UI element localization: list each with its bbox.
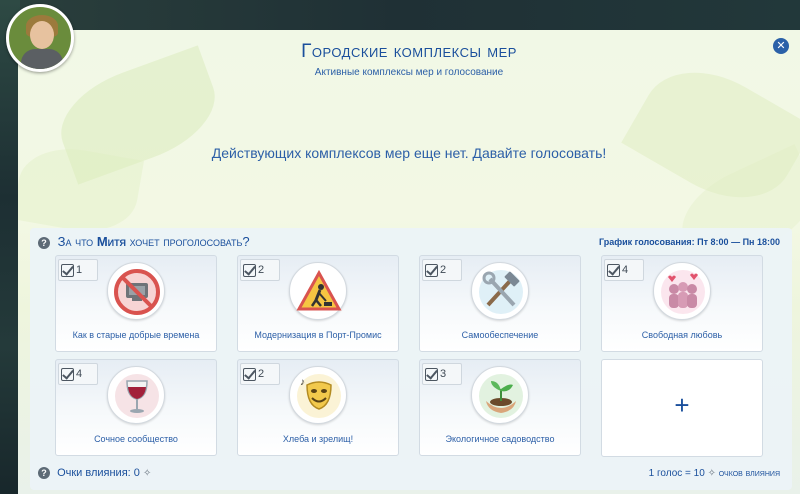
policy-label: Самообеспечение <box>461 330 539 340</box>
avatar-body <box>21 49 63 69</box>
page-subtitle: Активные комплексы мер и голосование <box>314 67 504 78</box>
background-left <box>0 0 20 494</box>
policy-card[interactable]: 2 ♪ Хлеба и зрелищ! <box>237 359 399 456</box>
vote-count[interactable]: 4 <box>58 363 98 385</box>
help-icon[interactable]: ? <box>38 467 50 480</box>
policy-label: Хлеба и зрелищ! <box>282 434 354 444</box>
schedule-value: Пт 8:00 — Пн 18:00 <box>697 237 780 247</box>
rate-prefix: 1 голос = 10 <box>648 468 705 479</box>
vote-count-value: 4 <box>622 264 629 276</box>
add-policy-button[interactable]: + <box>601 359 763 457</box>
influence-points: ? Очки влияния: 0 ✧ <box>38 467 152 480</box>
vote-count-value: 2 <box>440 264 447 276</box>
voting-schedule: График голосования: Пт 8:00 — Пн 18:00 <box>599 237 780 247</box>
policy-card[interactable]: 1 Как в старые добрые времена <box>55 255 217 352</box>
voting-question: ? За что Митя хочет проголосовать? <box>38 234 250 249</box>
hearts-people-icon <box>653 262 711 320</box>
plus-icon: + <box>674 390 690 420</box>
schedule-label: График голосования: <box>598 237 695 247</box>
influence-icon: ✧ <box>142 468 152 479</box>
vote-count-value: 2 <box>258 264 265 276</box>
vote-rate: 1 голос = 10 ✧ очков влияния <box>649 468 780 479</box>
policy-label: Свободная любовь <box>641 330 723 340</box>
vote-count-value: 2 <box>258 368 265 380</box>
checkbox-icon <box>425 263 438 277</box>
vote-count-value: 3 <box>440 368 447 380</box>
vote-count-value: 4 <box>76 368 83 380</box>
wine-glass-icon <box>107 366 165 424</box>
background-top <box>0 0 800 30</box>
vote-count[interactable]: 4 <box>604 259 644 281</box>
roadworks-icon <box>289 262 347 320</box>
no-policies-notice: Действующих комплексов мер еще нет. Дава… <box>211 145 607 161</box>
policy-label: Экологичное садоводство <box>445 434 555 444</box>
svg-text:♪: ♪ <box>300 377 305 388</box>
policy-card[interactable]: 4 Свободная любовь <box>601 255 763 352</box>
vote-count[interactable]: 3 <box>422 363 462 385</box>
help-icon[interactable]: ? <box>38 236 50 249</box>
policy-label: Сочное сообщество <box>94 434 178 444</box>
vote-count[interactable]: 2 <box>240 259 280 281</box>
policy-card[interactable]: 4 Сочное сообщество <box>55 359 217 456</box>
vote-count[interactable]: 2 <box>240 363 280 385</box>
policy-label: Модернизация в Порт-Промис <box>254 330 382 340</box>
policy-card[interactable]: 2 Самообеспечение <box>419 255 581 352</box>
influence-icon: ✧ <box>707 468 716 479</box>
policy-card[interactable]: 3 Экологичное садоводство <box>419 359 581 456</box>
rate-suffix: очков влияния <box>718 468 780 479</box>
checkbox-icon <box>607 263 620 277</box>
page-title: Городские комплексы мер <box>301 41 517 62</box>
question-prefix: За что <box>57 234 94 249</box>
theater-mask-icon: ♪ <box>289 366 347 424</box>
checkbox-icon <box>243 263 256 277</box>
sim-name: Митя <box>96 234 126 249</box>
policy-card[interactable]: 2 Модернизация в Порт-Промис <box>237 255 399 352</box>
sim-avatar[interactable] <box>6 4 74 72</box>
checkbox-icon <box>61 367 74 381</box>
avatar-face <box>30 21 54 49</box>
checkbox-icon <box>61 263 74 277</box>
vote-count[interactable]: 2 <box>422 259 462 281</box>
vote-count-value: 1 <box>76 264 83 276</box>
no-tv-icon <box>107 262 165 320</box>
tools-icon <box>471 262 529 320</box>
sprout-hands-icon <box>471 366 529 424</box>
influence-label: Очки влияния: 0 <box>57 467 140 479</box>
policy-label: Как в старые добрые времена <box>72 330 200 340</box>
checkbox-icon <box>243 367 256 381</box>
vote-count[interactable]: 1 <box>58 259 98 281</box>
question-suffix: хочет проголосовать? <box>129 234 250 249</box>
checkbox-icon <box>425 367 438 381</box>
